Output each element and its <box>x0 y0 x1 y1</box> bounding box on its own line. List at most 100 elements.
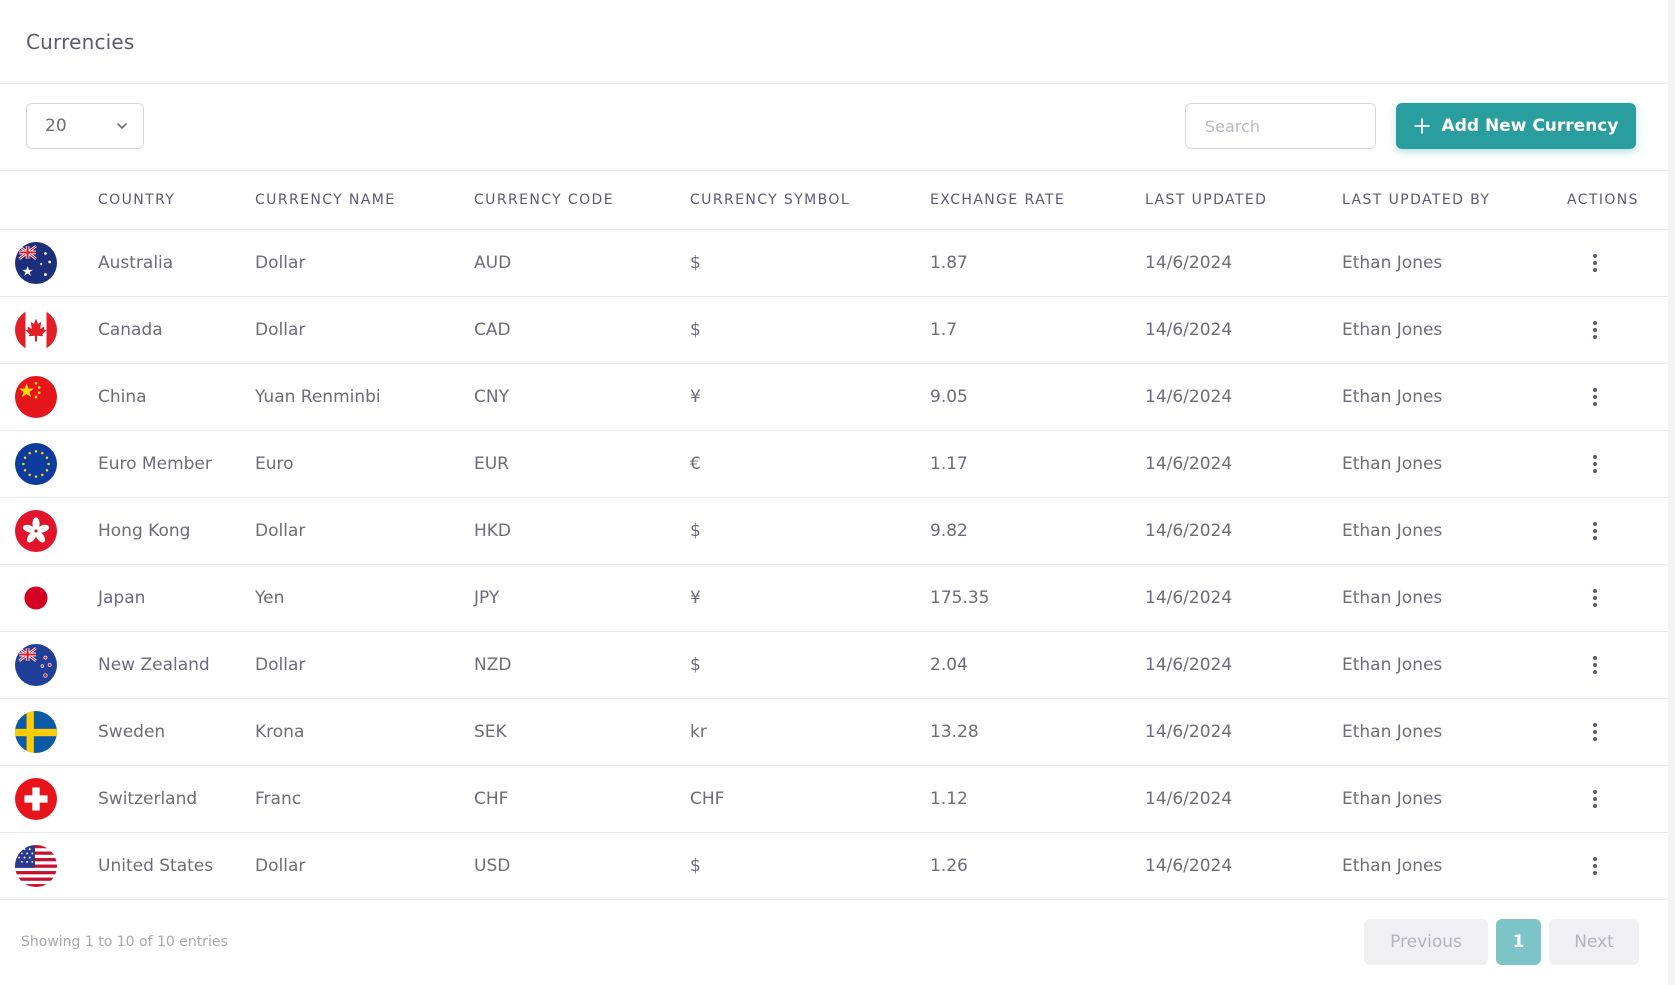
next-page-button[interactable]: Next <box>1549 918 1639 965</box>
column-header-flag <box>0 171 98 229</box>
table-row: Sweden Krona SEK kr 13.28 14/6/2024 Etha… <box>0 698 1668 765</box>
cell-currency-symbol: $ <box>690 520 701 541</box>
cell-currency-name: Krona <box>255 721 305 742</box>
cell-exchange-rate: 1.26 <box>930 855 968 876</box>
cell-last-updated: 14/6/2024 <box>1145 788 1233 809</box>
cell-currency-symbol: € <box>690 453 701 474</box>
cell-currency-name: Yuan Renminbi <box>255 386 381 407</box>
cell-currency-symbol: $ <box>690 252 701 273</box>
more-vertical-icon[interactable] <box>1583 251 1607 275</box>
cell-currency-symbol: kr <box>690 721 707 742</box>
previous-page-button[interactable]: Previous <box>1364 918 1488 965</box>
australia-flag-icon <box>15 241 57 284</box>
more-vertical-icon[interactable] <box>1583 720 1607 744</box>
table-row: Euro Member Euro EUR € 1.17 14/6/2024 Et… <box>0 430 1668 497</box>
table-row: Switzerland Franc CHF CHF 1.12 14/6/2024… <box>0 765 1668 832</box>
hong-kong-flag-icon <box>15 509 57 552</box>
cell-currency-code: HKD <box>474 520 512 541</box>
column-header-last-updated-by[interactable]: LAST UPDATED BY <box>1342 171 1567 229</box>
table-row: Japan Yen JPY ¥ 175.35 14/6/2024 Ethan J… <box>0 564 1668 631</box>
table-footer: Showing 1 to 10 of 10 entries Previous 1… <box>0 900 1668 985</box>
cell-country: Switzerland <box>98 788 198 809</box>
cell-currency-code: JPY <box>474 587 500 608</box>
table-header-row: COUNTRY CURRENCY NAME CURRENCY CODE CURR… <box>0 171 1668 229</box>
cell-last-updated: 14/6/2024 <box>1145 587 1233 608</box>
cell-currency-symbol: CHF <box>690 788 725 809</box>
column-header-exchange-rate[interactable]: EXCHANGE RATE <box>930 171 1145 229</box>
cell-currency-name: Euro <box>255 453 294 474</box>
cell-currency-name: Dollar <box>255 520 306 541</box>
more-vertical-icon[interactable] <box>1583 452 1607 476</box>
more-vertical-icon[interactable] <box>1583 787 1607 811</box>
cell-last-updated-by: Ethan Jones <box>1342 319 1443 340</box>
more-vertical-icon[interactable] <box>1583 586 1607 610</box>
table-row: New Zealand Dollar NZD $ 2.04 14/6/2024 … <box>0 631 1668 698</box>
cell-exchange-rate: 1.7 <box>930 319 958 340</box>
cell-country: United States <box>98 855 214 876</box>
cell-currency-code: AUD <box>474 252 512 273</box>
entries-info: Showing 1 to 10 of 10 entries <box>21 933 228 950</box>
cell-currency-code: NZD <box>474 654 512 675</box>
page-length-select[interactable]: 20 <box>26 103 144 149</box>
page-1-button[interactable]: 1 <box>1496 918 1541 965</box>
cell-country: Canada <box>98 319 163 340</box>
currencies-table: COUNTRY CURRENCY NAME CURRENCY CODE CURR… <box>0 171 1668 900</box>
table-row: United States Dollar USD $ 1.26 14/6/202… <box>0 832 1668 899</box>
cell-country: Australia <box>98 252 174 273</box>
cell-exchange-rate: 1.12 <box>930 788 968 809</box>
more-vertical-icon[interactable] <box>1583 519 1607 543</box>
cell-country: Euro Member <box>98 453 212 474</box>
page-length-value: 20 <box>45 116 67 136</box>
cell-last-updated-by: Ethan Jones <box>1342 721 1443 742</box>
cell-country: Sweden <box>98 721 166 742</box>
cell-last-updated: 14/6/2024 <box>1145 453 1233 474</box>
cell-last-updated-by: Ethan Jones <box>1342 587 1443 608</box>
add-new-currency-button[interactable]: Add New Currency <box>1396 103 1636 149</box>
cell-currency-code: CHF <box>474 788 509 809</box>
column-header-country[interactable]: COUNTRY <box>98 171 255 229</box>
page-title: Currencies <box>26 29 135 54</box>
cell-currency-code: CNY <box>474 386 509 407</box>
table-row: China Yuan Renminbi CNY ¥ 9.05 14/6/2024… <box>0 363 1668 430</box>
cell-last-updated: 14/6/2024 <box>1145 654 1233 675</box>
cell-exchange-rate: 1.17 <box>930 453 968 474</box>
cell-country: New Zealand <box>98 654 210 675</box>
canada-flag-icon <box>15 308 57 351</box>
cell-exchange-rate: 9.05 <box>930 386 968 407</box>
cell-last-updated-by: Ethan Jones <box>1342 520 1443 541</box>
cell-last-updated: 14/6/2024 <box>1145 721 1233 742</box>
cell-last-updated: 14/6/2024 <box>1145 386 1233 407</box>
cell-country: Hong Kong <box>98 520 191 541</box>
add-new-currency-label: Add New Currency <box>1441 116 1619 136</box>
cell-currency-code: EUR <box>474 453 509 474</box>
cell-currency-name: Franc <box>255 788 302 809</box>
column-header-currency-code[interactable]: CURRENCY CODE <box>474 171 690 229</box>
cell-last-updated-by: Ethan Jones <box>1342 252 1443 273</box>
cell-last-updated-by: Ethan Jones <box>1342 654 1443 675</box>
cell-last-updated: 14/6/2024 <box>1145 319 1233 340</box>
cell-currency-symbol: $ <box>690 654 701 675</box>
cell-currency-name: Dollar <box>255 319 306 340</box>
cell-exchange-rate: 1.87 <box>930 252 968 273</box>
cell-last-updated: 14/6/2024 <box>1145 520 1233 541</box>
scrollbar-track[interactable] <box>1668 0 1675 985</box>
usa-flag-icon <box>15 844 57 887</box>
column-header-currency-name[interactable]: CURRENCY NAME <box>255 171 474 229</box>
cell-last-updated-by: Ethan Jones <box>1342 788 1443 809</box>
column-header-last-updated[interactable]: LAST UPDATED <box>1145 171 1342 229</box>
more-vertical-icon[interactable] <box>1583 318 1607 342</box>
new-zealand-flag-icon <box>15 643 57 686</box>
more-vertical-icon[interactable] <box>1583 854 1607 878</box>
cell-exchange-rate: 175.35 <box>930 587 990 608</box>
cell-currency-code: SEK <box>474 721 507 742</box>
more-vertical-icon[interactable] <box>1583 385 1607 409</box>
cell-country: China <box>98 386 147 407</box>
more-vertical-icon[interactable] <box>1583 653 1607 677</box>
card-header: Currencies <box>0 0 1668 84</box>
column-header-currency-symbol[interactable]: CURRENCY SYMBOL <box>690 171 930 229</box>
search-input[interactable] <box>1185 103 1376 149</box>
chevron-down-icon <box>117 123 127 129</box>
cell-exchange-rate: 2.04 <box>930 654 968 675</box>
column-header-actions: ACTIONS <box>1567 191 1639 208</box>
currencies-card: Currencies 20 Add New Currency COUNTRY C… <box>0 0 1669 985</box>
